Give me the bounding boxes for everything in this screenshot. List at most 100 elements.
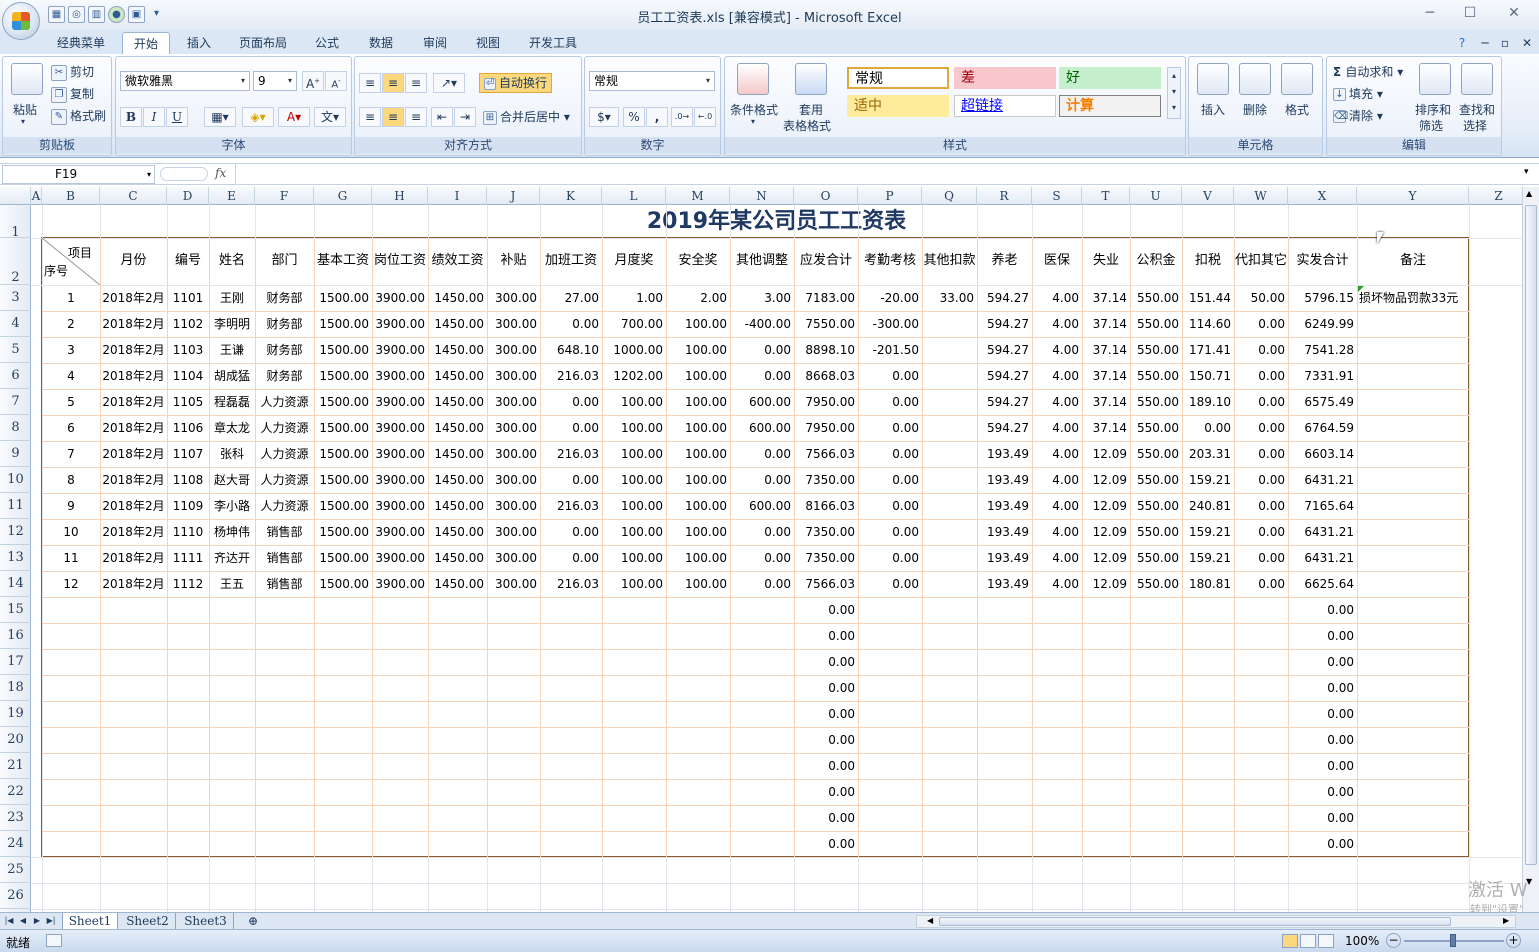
autosum-button[interactable]: Σ 自动求和 ▾ bbox=[1333, 63, 1403, 80]
table-cell[interactable]: 0.00 bbox=[858, 545, 922, 571]
table-cell[interactable]: 0.00 bbox=[1234, 311, 1288, 337]
row-header-22[interactable]: 22 bbox=[0, 779, 31, 805]
underline-button[interactable]: U bbox=[166, 107, 188, 127]
table-cell[interactable]: 0.00 bbox=[730, 545, 794, 571]
formula-cell[interactable]: 0.00 bbox=[794, 753, 858, 779]
table-cell[interactable]: 193.49 bbox=[977, 545, 1032, 571]
table-cell[interactable]: 100.00 bbox=[602, 519, 666, 545]
cut-button[interactable]: ✂ 剪切 bbox=[51, 63, 94, 81]
table-cell[interactable]: 7950.00 bbox=[794, 415, 858, 441]
table-cell[interactable]: 章太龙 bbox=[209, 415, 255, 441]
tab-classic-menu[interactable]: 经典菜单 bbox=[48, 32, 114, 54]
format-cells-icon[interactable] bbox=[1281, 63, 1313, 95]
name-box[interactable]: F19 ▾ bbox=[2, 165, 155, 184]
table-cell[interactable]: 1110 bbox=[167, 519, 209, 545]
table-cell[interactable] bbox=[922, 337, 977, 363]
table-cell[interactable]: 4.00 bbox=[1032, 571, 1082, 597]
find-select-icon[interactable] bbox=[1461, 63, 1493, 95]
row-header-8[interactable]: 8 bbox=[0, 415, 31, 441]
office-button[interactable] bbox=[2, 2, 40, 40]
formula-cell[interactable]: 0.00 bbox=[1288, 753, 1357, 779]
next-sheet-icon[interactable]: ▶ bbox=[32, 913, 42, 930]
table-cell[interactable]: 人力资源 bbox=[255, 389, 314, 415]
formula-input[interactable] bbox=[235, 164, 1520, 184]
table-cell[interactable]: 114.60 bbox=[1182, 311, 1234, 337]
table-cell[interactable]: 300.00 bbox=[487, 389, 540, 415]
table-cell[interactable]: 1450.00 bbox=[428, 415, 487, 441]
table-cell[interactable]: 人力资源 bbox=[255, 441, 314, 467]
tab-page-layout[interactable]: 页面布局 bbox=[232, 32, 294, 54]
table-cell[interactable]: 300.00 bbox=[487, 493, 540, 519]
table-cell[interactable]: 12.09 bbox=[1082, 467, 1130, 493]
table-cell[interactable]: 550.00 bbox=[1130, 285, 1182, 311]
insert-sheet-icon[interactable]: ⊕ bbox=[240, 913, 266, 930]
table-cell[interactable]: 6575.49 bbox=[1288, 389, 1357, 415]
table-cell[interactable]: 1450.00 bbox=[428, 467, 487, 493]
table-cell[interactable] bbox=[922, 571, 977, 597]
table-cell[interactable] bbox=[1357, 363, 1469, 389]
table-cell[interactable]: 100.00 bbox=[602, 389, 666, 415]
table-cell[interactable]: 1112 bbox=[167, 571, 209, 597]
table-cell[interactable]: 7350.00 bbox=[794, 519, 858, 545]
table-cell[interactable]: 12 bbox=[42, 571, 100, 597]
column-header-A[interactable]: A bbox=[31, 187, 42, 205]
page-layout-view-icon[interactable] bbox=[1300, 934, 1316, 948]
table-cell[interactable]: -400.00 bbox=[730, 311, 794, 337]
table-cell[interactable]: 150.71 bbox=[1182, 363, 1234, 389]
table-cell[interactable] bbox=[1357, 571, 1469, 597]
table-cell[interactable]: 1500.00 bbox=[314, 415, 372, 441]
hscroll-left-icon[interactable]: ◀ bbox=[927, 916, 933, 925]
column-title[interactable]: 其他扣款 bbox=[922, 248, 977, 274]
table-cell[interactable]: 189.10 bbox=[1182, 389, 1234, 415]
table-cell[interactable]: 1450.00 bbox=[428, 545, 487, 571]
table-cell[interactable]: 1104 bbox=[167, 363, 209, 389]
table-cell[interactable]: 193.49 bbox=[977, 441, 1032, 467]
table-cell[interactable]: 8166.03 bbox=[794, 493, 858, 519]
table-cell[interactable]: 1450.00 bbox=[428, 571, 487, 597]
table-cell[interactable]: 2018年2月 bbox=[100, 311, 167, 337]
table-cell[interactable]: 193.49 bbox=[977, 493, 1032, 519]
formula-cell[interactable]: 0.00 bbox=[1288, 831, 1357, 857]
row-header-1[interactable]: 1 bbox=[0, 205, 31, 240]
table-cell[interactable]: 0.00 bbox=[730, 337, 794, 363]
table-cell[interactable]: 张科 bbox=[209, 441, 255, 467]
table-cell[interactable]: 12.09 bbox=[1082, 493, 1130, 519]
table-cell[interactable]: 37.14 bbox=[1082, 363, 1130, 389]
table-cell[interactable]: 1500.00 bbox=[314, 363, 372, 389]
table-cell[interactable]: 0.00 bbox=[1234, 363, 1288, 389]
table-cell[interactable]: 0.00 bbox=[1234, 519, 1288, 545]
orientation-button[interactable]: ↗▾ bbox=[433, 73, 465, 93]
table-cell[interactable]: 300.00 bbox=[487, 311, 540, 337]
table-cell[interactable]: 550.00 bbox=[1130, 519, 1182, 545]
table-cell[interactable]: 0.00 bbox=[730, 519, 794, 545]
table-cell[interactable]: 550.00 bbox=[1130, 545, 1182, 571]
formula-cell[interactable]: 0.00 bbox=[794, 649, 858, 675]
column-title[interactable]: 医保 bbox=[1032, 248, 1082, 274]
table-cell[interactable]: 财务部 bbox=[255, 285, 314, 311]
table-cell[interactable]: 193.49 bbox=[977, 467, 1032, 493]
formula-cell[interactable]: 0.00 bbox=[1288, 727, 1357, 753]
comment-indicator-icon[interactable] bbox=[1358, 286, 1364, 292]
first-sheet-icon[interactable]: |◀ bbox=[4, 913, 14, 930]
table-cell[interactable]: 7350.00 bbox=[794, 545, 858, 571]
table-cell[interactable]: 4 bbox=[42, 363, 100, 389]
style-good[interactable]: 好 bbox=[1059, 67, 1161, 89]
table-cell[interactable]: 0.00 bbox=[1234, 545, 1288, 571]
table-cell[interactable]: 27.00 bbox=[540, 285, 602, 311]
table-cell[interactable]: 100.00 bbox=[666, 571, 730, 597]
table-cell[interactable]: 1111 bbox=[167, 545, 209, 571]
table-cell[interactable]: -300.00 bbox=[858, 311, 922, 337]
table-cell[interactable]: 程磊磊 bbox=[209, 389, 255, 415]
table-cell[interactable]: 7331.91 bbox=[1288, 363, 1357, 389]
table-cell[interactable] bbox=[922, 545, 977, 571]
fill-button[interactable]: ↓ 填充 ▾ bbox=[1333, 85, 1383, 102]
formula-cell[interactable]: 0.00 bbox=[794, 779, 858, 805]
table-cell[interactable]: 1450.00 bbox=[428, 519, 487, 545]
font-size-combo[interactable]: 9 ▾ bbox=[253, 71, 297, 91]
table-cell[interactable]: 0.00 bbox=[730, 363, 794, 389]
column-header-N[interactable]: N bbox=[730, 187, 794, 205]
table-cell[interactable]: 2018年2月 bbox=[100, 493, 167, 519]
table-cell[interactable]: 4.00 bbox=[1032, 415, 1082, 441]
table-cell[interactable]: 100.00 bbox=[602, 441, 666, 467]
table-cell[interactable]: 12.09 bbox=[1082, 571, 1130, 597]
